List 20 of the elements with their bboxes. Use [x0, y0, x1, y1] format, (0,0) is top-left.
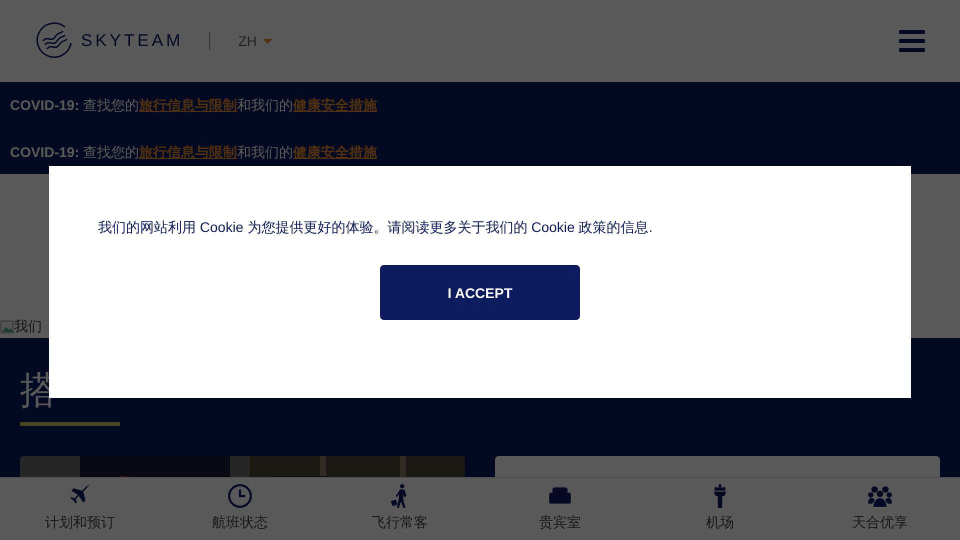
image-alt-text: 我们 — [14, 318, 42, 336]
nav-tab[interactable]: 飞行常客 — [320, 478, 480, 540]
accept-button[interactable]: I ACCEPT — [380, 265, 580, 320]
broken-image-icon — [0, 320, 14, 334]
nav-tab[interactable]: 航班状态 — [160, 478, 320, 540]
nav-tab[interactable]: 机场 — [640, 478, 800, 540]
health-safety-link[interactable]: 健康安全措施 — [293, 97, 378, 113]
nav-tab[interactable]: 天合优享 — [800, 478, 960, 540]
travel-info-link[interactable]: 旅行信息与限制 — [139, 97, 238, 113]
notice-text: COVID-19: 查找您的旅行信息与限制和我们的健康安全措施 — [10, 143, 378, 162]
nav-tab[interactable]: 计划和预订 — [0, 478, 160, 540]
caret-icon — [262, 38, 272, 44]
clock-icon — [227, 483, 253, 509]
notice-text: COVID-19: 查找您的旅行信息与限制和我们的健康安全措施 — [10, 96, 378, 115]
nav-tab[interactable]: 贵宾室 — [480, 478, 640, 540]
health-safety-link[interactable]: 健康安全措施 — [293, 144, 378, 160]
cookie-message: 我们的网站利用 Cookie 为您提供更好的体验。请阅读更多关于我们的 Cookie 政策的信息. — [98, 219, 653, 237]
menu-icon[interactable] — [899, 28, 925, 54]
travel-info-link[interactable]: 旅行信息与限制 — [139, 144, 238, 160]
brand-name: SKYTEAM — [81, 31, 184, 51]
